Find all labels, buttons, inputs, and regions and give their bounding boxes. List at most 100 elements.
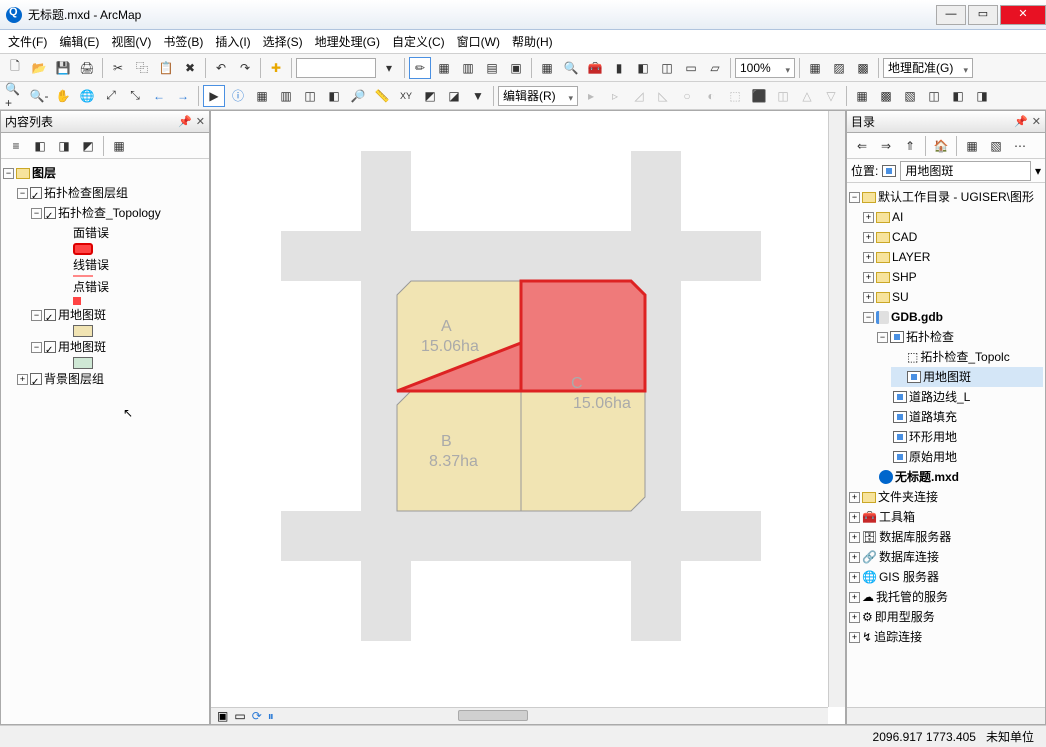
edit-tool-icon[interactable]: ◿ [628,85,650,107]
area-error-swatch[interactable] [73,243,93,255]
edit-tool-icon[interactable]: ◫ [923,85,945,107]
identify-icon[interactable]: ⓘ [227,85,249,107]
vertical-scrollbar[interactable] [828,111,845,707]
expander-icon[interactable]: + [863,252,874,263]
minimize-button[interactable]: — [936,5,966,25]
list-by-source-icon[interactable]: ◧ [29,135,51,157]
expander-icon[interactable]: − [849,192,860,203]
close-button[interactable]: ✕ [1000,5,1046,25]
expander-icon[interactable]: + [849,632,860,643]
edit-tool-icon[interactable]: ◐ [700,85,722,107]
tree-label[interactable]: GDB.gdb [891,307,943,327]
expander-icon[interactable]: − [877,332,888,343]
expander-icon[interactable]: + [849,492,860,503]
tool-icon[interactable]: ▨ [828,57,850,79]
menu-selection[interactable]: 选择(S) [263,33,303,50]
fixed-zoom-in-icon[interactable]: ⤢ [100,85,122,107]
catalog-icon[interactable]: ▦ [536,57,558,79]
toc-tree[interactable]: − 图层 − 拓扑检查图层组 − 拓扑检查_Topology 面错误 线错误 点… [1,159,209,724]
edit-tool-icon[interactable]: ◫ [772,85,794,107]
expander-icon[interactable]: + [849,532,860,543]
layout-view-icon[interactable]: ▭ [234,709,245,724]
arctoolbox-icon[interactable]: 🧰 [584,57,606,79]
tree-label[interactable]: 拓扑检查 [906,327,954,347]
edit-tool-icon[interactable]: △ [796,85,818,107]
redo-icon[interactable]: ↷ [234,57,256,79]
menu-bookmarks[interactable]: 书签(B) [163,33,203,50]
tree-label[interactable]: 追踪连接 [874,627,922,647]
panel-close-icon[interactable]: ✕ [196,115,205,128]
panel-close-icon[interactable]: ✕ [1032,115,1041,128]
menu-customize[interactable]: 自定义(C) [392,33,445,50]
expander-icon[interactable]: − [863,312,874,323]
expander-icon[interactable]: + [849,592,860,603]
layer-label[interactable]: 背景图层组 [44,369,104,389]
tool-icon[interactable]: ▭ [680,57,702,79]
editor-toolbar-icon[interactable]: ✏ [409,57,431,79]
location-input[interactable]: 用地图斑 [900,161,1031,181]
tree-label[interactable]: 拓扑检查_Topolc [920,347,1009,367]
tree-label[interactable]: 文件夹连接 [878,487,938,507]
tool-icon[interactable]: ▤ [481,57,503,79]
layer-label[interactable]: 拓扑检查图层组 [44,183,128,203]
connect-folder-icon[interactable]: ▧ [985,135,1007,157]
find-icon[interactable]: 🔎 [347,85,369,107]
tool-icon[interactable]: ▦ [433,57,455,79]
tool-icon[interactable]: ◪ [443,85,465,107]
edit-tool-icon[interactable]: ▽ [820,85,842,107]
select-elements-icon[interactable]: ▶ [203,85,225,107]
list-by-selection-icon[interactable]: ◩ [77,135,99,157]
tree-label[interactable]: 道路边线_L [909,387,970,407]
back-icon[interactable]: ⇐ [851,135,873,157]
edit-tool-icon[interactable]: ⬚ [724,85,746,107]
fixed-zoom-out-icon[interactable]: ⤡ [124,85,146,107]
expander-icon[interactable]: + [849,572,860,583]
edit-tool-icon[interactable]: ◺ [652,85,674,107]
pin-icon[interactable]: 📌 [1014,115,1028,128]
menu-help[interactable]: 帮助(H) [512,33,553,50]
tree-label[interactable]: 默认工作目录 - UGISER\图形 [878,187,1034,207]
scale-input[interactable] [296,58,376,78]
tool-icon[interactable]: ▩ [852,57,874,79]
edit-tool-icon[interactable]: ▧ [899,85,921,107]
expander-icon[interactable]: + [863,272,874,283]
expander-icon[interactable]: + [849,552,860,563]
maximize-button[interactable]: ▭ [968,5,998,25]
copy-icon[interactable]: ⿻ [131,57,153,79]
menu-geoprocessing[interactable]: 地理处理(G) [315,33,380,50]
checkbox[interactable] [44,341,56,353]
tool-icon[interactable]: ▥ [275,85,297,107]
dropdown-icon[interactable]: ▾ [1035,164,1041,178]
save-icon[interactable]: 💾 [52,57,74,79]
open-icon[interactable]: 📂 [28,57,50,79]
expander-icon[interactable]: + [849,612,860,623]
tool-icon[interactable]: ◧ [323,85,345,107]
menu-view[interactable]: 视图(V) [111,33,151,50]
tree-label[interactable]: 道路填充 [909,407,957,427]
expander-icon[interactable]: − [31,342,42,353]
expander-icon[interactable]: − [31,310,42,321]
tree-label[interactable]: 数据库服务器 [879,527,951,547]
checkbox[interactable] [44,207,56,219]
tree-label[interactable]: 即用型服务 [875,607,935,627]
full-extent-icon[interactable]: 🌐 [76,85,98,107]
tree-label[interactable]: 用地图斑 [923,367,971,387]
editor-dropdown[interactable]: 编辑器(R) [498,86,578,106]
expander-icon[interactable]: − [31,208,42,219]
tool-icon[interactable]: ▥ [457,57,479,79]
tool-icon[interactable]: ▱ [704,57,726,79]
layer-label[interactable]: 用地图斑 [58,305,106,325]
georeferencing-dropdown[interactable]: 地理配准(G) [883,58,973,78]
undo-icon[interactable]: ↶ [210,57,232,79]
paste-icon[interactable]: 📋 [155,57,177,79]
zoom-in-icon[interactable]: 🔍+ [4,85,26,107]
list-by-drawing-icon[interactable]: ≡ [5,135,27,157]
map-view[interactable]: A 15.06ha B 8.37ha C 15.06ha ▣ ▭ ⟳ ⏸ [210,110,846,725]
edit-tool-icon[interactable]: ▦ [851,85,873,107]
expander-icon[interactable]: + [17,374,28,385]
new-icon[interactable]: 🗋 [4,57,26,79]
options-icon[interactable]: ▦ [108,135,130,157]
parcel-swatch[interactable] [73,357,93,369]
forward-icon[interactable]: → [172,85,194,107]
scroll-thumb[interactable] [458,710,528,721]
